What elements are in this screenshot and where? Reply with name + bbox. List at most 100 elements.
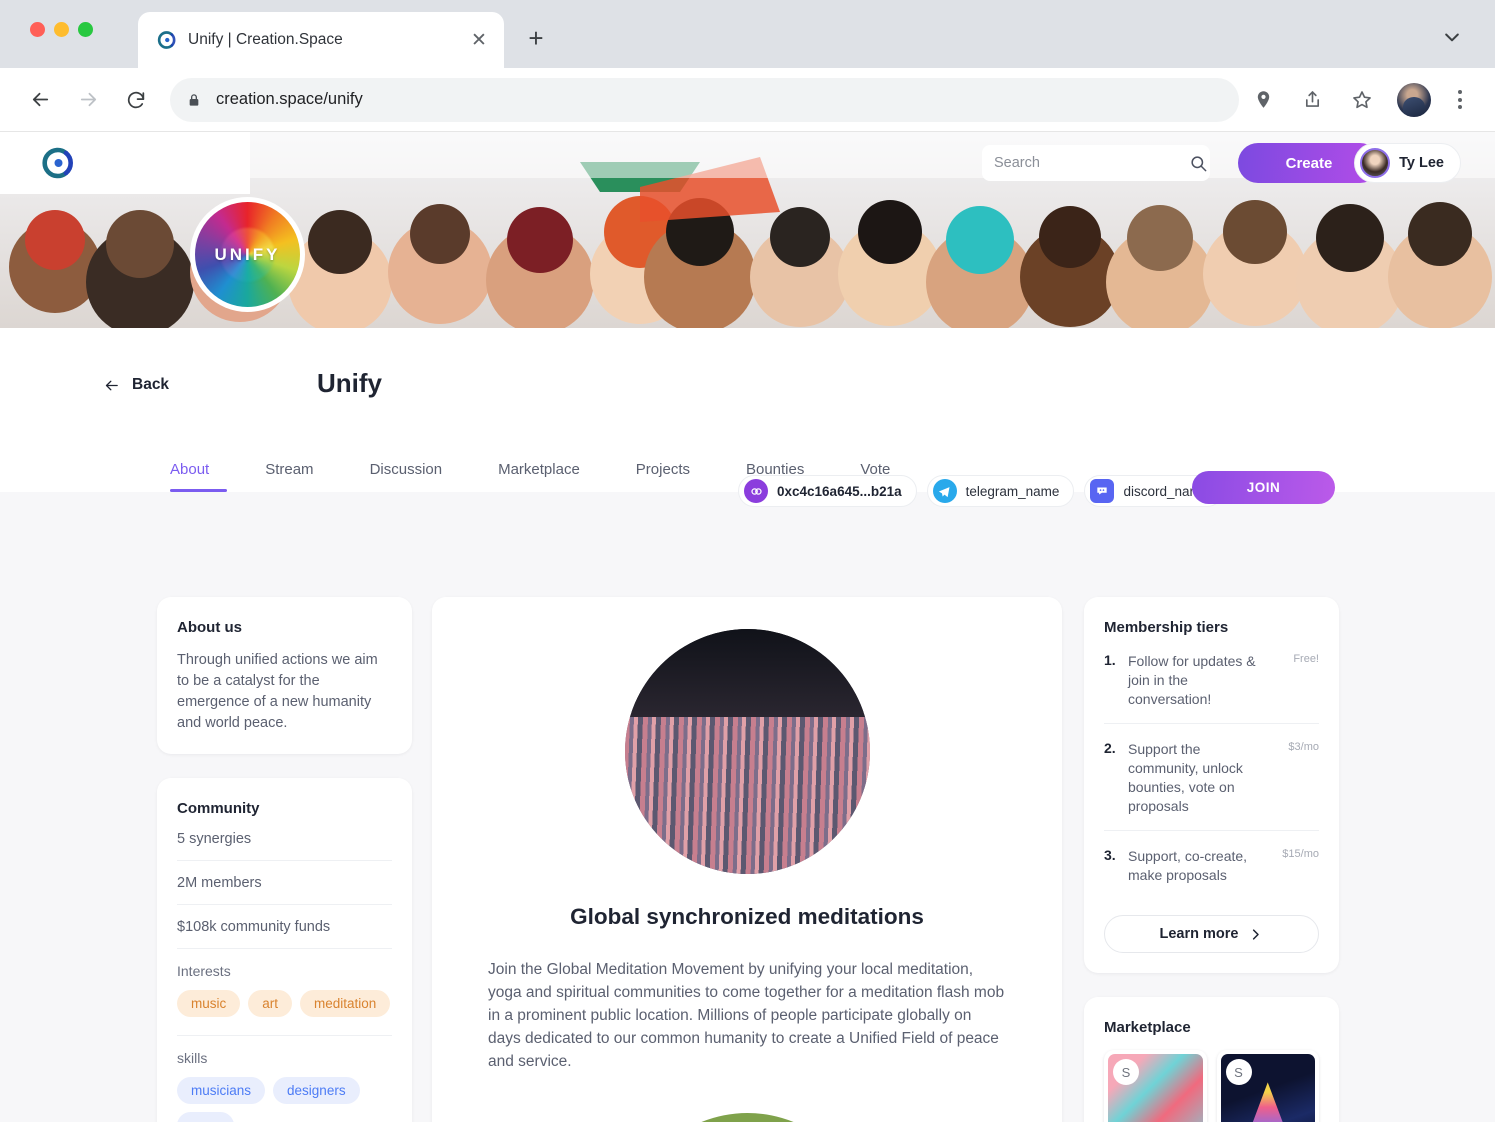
- search-box[interactable]: [982, 145, 1210, 181]
- search-icon[interactable]: [1189, 154, 1208, 173]
- telegram-label: telegram_name: [965, 483, 1060, 499]
- browser-toolbar: creation.space/unify: [0, 68, 1495, 132]
- back-link[interactable]: Back: [103, 376, 169, 394]
- url-text: creation.space/unify: [216, 90, 363, 108]
- bookmark-star-icon[interactable]: [1351, 89, 1373, 111]
- membership-tier-row: 1. Follow for updates & join in the conv…: [1104, 636, 1319, 724]
- about-us-text: Through unified actions we aim to be a c…: [177, 652, 378, 731]
- user-name-label: Ty Lee: [1399, 155, 1444, 171]
- join-button[interactable]: JOIN: [1192, 471, 1335, 504]
- nft-neon-pyramid[interactable]: S: [1216, 1050, 1319, 1122]
- tier-price: $15/mo: [1282, 848, 1319, 860]
- tier-price: Free!: [1293, 653, 1319, 665]
- skills-tag-list: musicians designers crew: [177, 1077, 392, 1122]
- skills-label: skills: [177, 1050, 208, 1066]
- wallet-chain-icon: [744, 479, 768, 503]
- user-avatar: [1360, 148, 1391, 178]
- telegram-icon: [932, 479, 957, 503]
- right-sidebar: Membership tiers 1. Follow for updates &…: [1084, 597, 1339, 1122]
- nft-badge: S: [1113, 1059, 1139, 1085]
- page-title: Unify: [317, 368, 382, 398]
- back-label: Back: [132, 376, 170, 393]
- maximize-window-button[interactable]: [78, 22, 93, 37]
- community-title: Community: [177, 800, 260, 817]
- tab-about[interactable]: About: [160, 446, 237, 492]
- interests-label: Interests: [177, 963, 231, 979]
- times-square-mass-meditation-photo: [624, 629, 870, 874]
- browser-profile-avatar[interactable]: [1397, 82, 1431, 117]
- close-tab-button[interactable]: ✕: [468, 29, 490, 51]
- page-content: Create Ty Lee Back Unify UNIFY: [0, 132, 1495, 1122]
- browser-window: Unify | Creation.Space ✕ + creation.spac…: [0, 0, 1495, 1122]
- about-us-card: About us Through unified actions we aim …: [157, 597, 412, 754]
- user-menu[interactable]: Ty Lee: [1354, 143, 1461, 183]
- nft-badge: S: [1225, 1059, 1252, 1085]
- community-stat-funds: $108k community funds: [177, 905, 392, 949]
- interest-tag[interactable]: meditation: [300, 990, 391, 1017]
- address-bar[interactable]: creation.space/unify: [170, 77, 1239, 122]
- marketplace-item-grid: S S S S: [1104, 1050, 1319, 1122]
- membership-tiers-title: Membership tiers: [1104, 619, 1229, 636]
- interests-tag-list: music art meditation: [177, 990, 392, 1017]
- lock-icon: [186, 92, 202, 108]
- window-controls: [30, 22, 93, 37]
- discord-icon: [1090, 479, 1115, 503]
- search-input[interactable]: [994, 155, 1181, 171]
- post-body: Join the Global Meditation Movement by u…: [488, 961, 1005, 1070]
- nft-watercolor-portrait[interactable]: S: [1104, 1050, 1207, 1122]
- three-dot-menu-icon[interactable]: [1443, 83, 1477, 117]
- creation-space-c-logo-icon: [156, 30, 176, 50]
- tab-stream[interactable]: Stream: [237, 446, 341, 492]
- wallet-address-pill[interactable]: 0xc4c16a645...b21a: [738, 475, 917, 507]
- tab-projects[interactable]: Projects: [608, 446, 718, 492]
- reload-button[interactable]: [114, 78, 158, 122]
- back-button[interactable]: [18, 78, 62, 122]
- tier-number: 3.: [1104, 847, 1116, 863]
- skill-tag[interactable]: crew: [177, 1112, 234, 1122]
- tab-discussion[interactable]: Discussion: [342, 446, 471, 492]
- tier-number: 1.: [1104, 652, 1116, 668]
- space-profile-header: Back Unify: [0, 328, 1495, 446]
- forward-button[interactable]: [66, 78, 110, 122]
- unify-mandala-icon: UNIFY: [195, 202, 300, 307]
- telegram-pill[interactable]: telegram_name: [926, 475, 1075, 507]
- learn-more-label: Learn more: [1159, 926, 1239, 942]
- interest-tag[interactable]: music: [177, 990, 241, 1017]
- close-window-button[interactable]: [30, 22, 45, 37]
- creation-space-logo-icon[interactable]: [38, 145, 74, 181]
- tier-description: Follow for updates & join in the convers…: [1128, 653, 1256, 707]
- app-header: Create Ty Lee: [0, 132, 1495, 194]
- space-links: 0xc4c16a645...b21a telegram_name discord…: [738, 475, 1224, 507]
- marketplace-card: Marketplace S S S: [1084, 997, 1339, 1122]
- location-pin-icon[interactable]: [1253, 89, 1274, 110]
- unify-logo-word: UNIFY: [214, 244, 281, 264]
- browser-tab[interactable]: Unify | Creation.Space ✕: [138, 12, 504, 68]
- skill-tag[interactable]: designers: [273, 1077, 360, 1104]
- membership-tier-row: 3. Support, co-create, make proposals $1…: [1104, 831, 1319, 899]
- chevron-down-icon[interactable]: [1439, 24, 1465, 50]
- minimize-window-button[interactable]: [54, 22, 69, 37]
- divider: [177, 1035, 392, 1036]
- share-icon[interactable]: [1302, 89, 1323, 110]
- photo-crowd: [624, 717, 870, 874]
- post-title: Global synchronized meditations: [570, 904, 924, 929]
- tier-number: 2.: [1104, 740, 1116, 756]
- learn-more-button[interactable]: Learn more: [1104, 915, 1319, 953]
- about-us-title: About us: [177, 619, 242, 636]
- main-post-column: Global synchronized meditations Join the…: [432, 597, 1062, 1122]
- browser-tab-title: Unify | Creation.Space: [188, 31, 343, 48]
- tab-marketplace[interactable]: Marketplace: [470, 446, 608, 492]
- new-tab-button[interactable]: +: [520, 22, 552, 54]
- community-stat-members: 2M members: [177, 861, 392, 905]
- skill-tag[interactable]: musicians: [177, 1077, 266, 1104]
- community-card: Community 5 synergies 2M members $108k c…: [157, 778, 412, 1122]
- interest-tag[interactable]: art: [248, 990, 293, 1017]
- post-card: Global synchronized meditations Join the…: [432, 597, 1062, 1122]
- chevron-right-icon: [1248, 927, 1263, 942]
- arrow-left-icon: [103, 377, 120, 394]
- photo-sky: [624, 629, 870, 718]
- community-stat-synergies: 5 synergies: [177, 817, 392, 861]
- tree-planting-volunteers-photo: [624, 1113, 870, 1122]
- tier-price: $3/mo: [1288, 741, 1319, 753]
- space-content: About us Through unified actions we aim …: [0, 492, 1495, 1122]
